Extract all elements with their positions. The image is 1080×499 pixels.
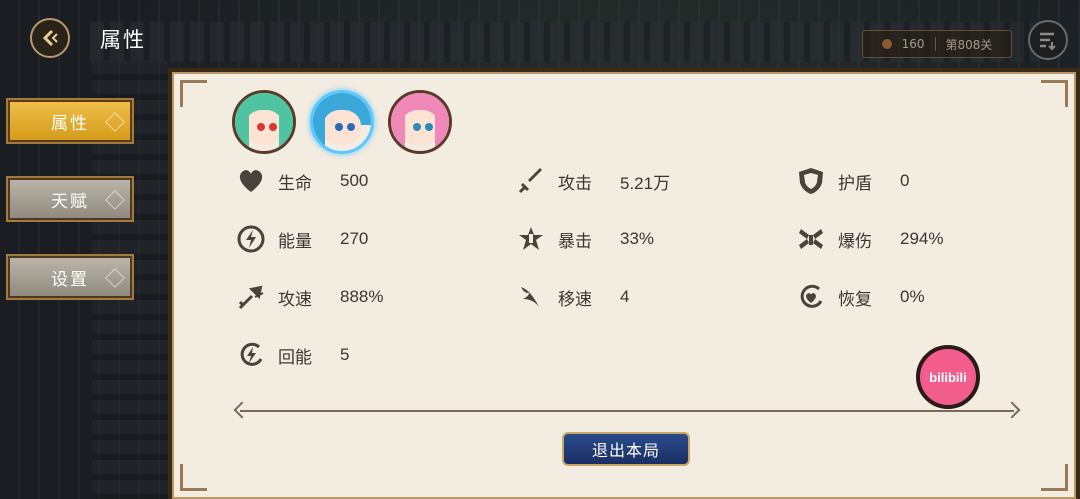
tab-attributes[interactable]: 属性 [6,98,134,144]
stat-attack: 攻击 5.21万 [516,166,670,196]
lightning-icon [236,224,266,254]
stat-shield: 护盾 0 [796,166,909,196]
character-avatar-pink[interactable] [388,90,452,154]
crit-damage-icon [796,224,826,254]
tab-settings[interactable]: 设置 [6,254,134,300]
corner-ornament [1041,464,1068,491]
counter-separator [934,37,936,51]
diamond-ornament-icon [105,190,125,210]
corner-ornament [1041,80,1068,107]
character-avatar-green[interactable] [232,90,296,154]
menu-button[interactable] [1028,20,1068,60]
page-title: 属性 [100,28,146,52]
crit-icon [516,224,546,254]
attack-speed-icon [236,282,266,312]
stage-label: 第808关 [945,37,993,52]
shield-icon [796,166,826,196]
attribute-panel: 生命 500 攻击 5.21万 护盾 0 能量 270 暴击 33% 爆伤 29… [168,68,1080,499]
heal-icon [796,282,826,312]
back-arrow-icon [42,29,58,47]
section-divider [240,410,1014,412]
panel-body: 生命 500 攻击 5.21万 护盾 0 能量 270 暴击 33% 爆伤 29… [172,72,1076,499]
corner-ornament [180,464,207,491]
tab-label: 属性 [51,113,89,134]
menu-icon [1040,32,1056,51]
stat-crit: 暴击 33% [516,224,654,254]
counter-value: 160 [901,37,925,51]
character-avatar-blue[interactable] [310,90,374,154]
diamond-ornament-icon [105,112,125,132]
heart-icon [236,166,266,196]
stat-move-speed: 移速 4 [516,282,629,312]
bilibili-button[interactable]: bilibili [916,345,980,409]
divider-arrow-right-icon [1003,401,1021,419]
stat-crit-damage: 爆伤 294% [796,224,943,254]
corner-ornament [180,80,207,107]
tab-label: 设置 [51,269,89,290]
stat-attack-speed: 攻速 888% [236,282,383,312]
coin-icon [881,39,892,49]
stage-counter: 160 第808关 [862,30,1012,58]
tab-talent[interactable]: 天赋 [6,176,134,222]
stat-recovery: 恢复 0% [796,282,925,312]
sword-icon [516,166,546,196]
wing-icon [516,282,546,312]
tab-label: 天赋 [51,191,89,212]
diamond-ornament-icon [105,268,125,288]
energy-regen-icon [236,340,266,370]
stat-energy-regen: 回能 5 [236,340,349,370]
exit-game-button[interactable]: 退出本局 [562,432,690,466]
back-button[interactable] [30,18,70,58]
stat-energy: 能量 270 [236,224,368,254]
divider-arrow-left-icon [233,401,251,419]
stat-hp: 生命 500 [236,166,368,196]
